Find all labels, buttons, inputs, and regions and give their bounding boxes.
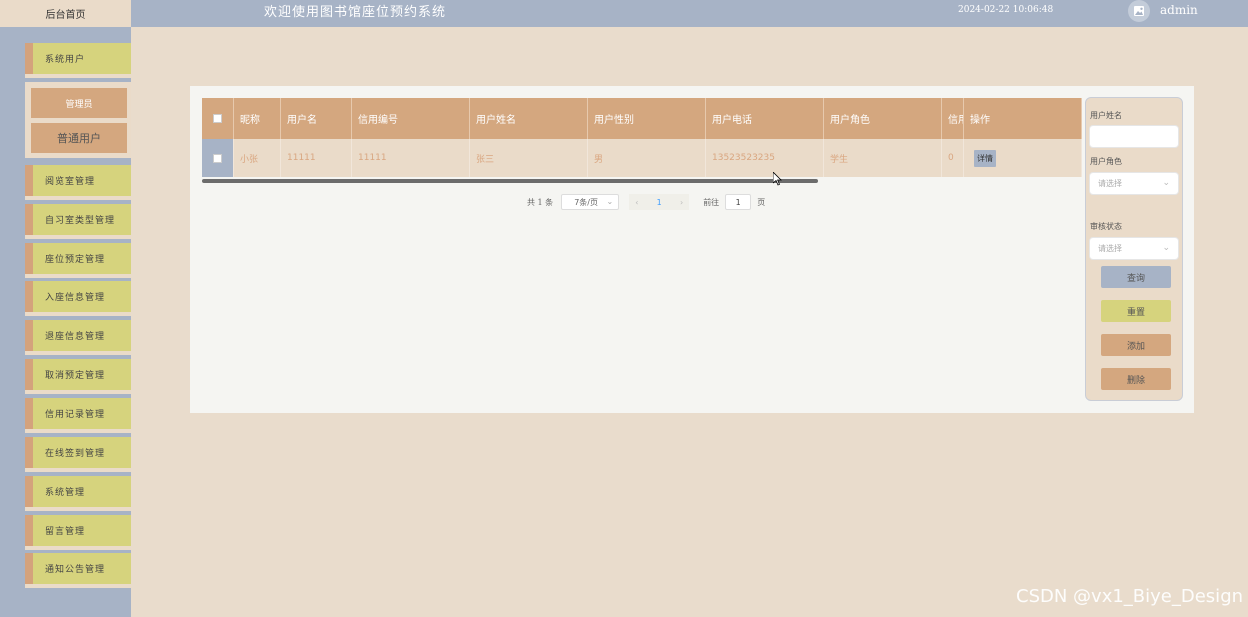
sidebar-subitem-admin[interactable]: 管理员 xyxy=(31,88,127,118)
table-header: 昵称 用户名 信用编号 用户姓名 用户性别 用户电话 用户角色 信用 操作 xyxy=(202,98,1082,139)
mouse-cursor-icon xyxy=(773,172,782,186)
add-button[interactable]: 添加 xyxy=(1101,334,1171,356)
image-icon xyxy=(1134,6,1144,16)
sidebar-item-study-room-type[interactable]: 自习室类型管理 xyxy=(25,204,131,239)
sidebar-submenu: 管理员 普通用户 xyxy=(25,82,131,158)
sidebar-item-credit-records[interactable]: 信用记录管理 xyxy=(25,398,131,433)
sidebar-item-label: 系统管理 xyxy=(45,488,86,498)
current-page[interactable]: 1 xyxy=(657,198,662,207)
sidebar-item-system-users[interactable]: 系统用户 xyxy=(25,43,131,78)
role-select-placeholder: 请选择 xyxy=(1098,179,1122,188)
table-cell: 13523523235 xyxy=(706,139,824,177)
chevron-down-icon: ⌄ xyxy=(1162,243,1170,253)
row-checkbox[interactable] xyxy=(213,153,222,163)
sidebar-subitem-normal-user[interactable]: 普通用户 xyxy=(31,123,127,153)
sidebar-item-label: 自习室类型管理 xyxy=(45,216,116,226)
column-header[interactable]: 用户角色 xyxy=(824,98,942,139)
avatar[interactable] xyxy=(1128,0,1150,22)
sidebar-item-leave-seat-info[interactable]: 退座信息管理 xyxy=(25,320,131,355)
sidebar-item-label: 留言管理 xyxy=(45,527,86,537)
home-tab[interactable]: 后台首页 xyxy=(0,0,131,27)
column-header[interactable]: 用户姓名 xyxy=(470,98,588,139)
sidebar-item-notices[interactable]: 通知公告管理 xyxy=(25,553,131,588)
query-button[interactable]: 查询 xyxy=(1101,266,1171,288)
delete-button[interactable]: 删除 xyxy=(1101,368,1171,390)
column-header[interactable]: 信用编号 xyxy=(352,98,470,139)
sidebar-item-label: 系统用户 xyxy=(45,55,86,65)
table-cell: 张三 xyxy=(470,139,588,177)
page-size-value: 7条/页 xyxy=(574,197,598,207)
sidebar-item-label: 退座信息管理 xyxy=(45,332,106,342)
chevron-right-icon[interactable]: › xyxy=(680,198,683,207)
sidebar-item-label: 座位预定管理 xyxy=(45,255,106,265)
total-count: 共 1 条 xyxy=(527,197,554,207)
chevron-left-icon[interactable]: ‹ xyxy=(635,198,638,207)
column-header[interactable]: 信用 xyxy=(942,98,964,139)
page-size-select[interactable]: 7条/页 ⌄ xyxy=(561,194,620,210)
table-cell: 0 xyxy=(942,139,964,177)
column-header: 操作 xyxy=(964,98,1082,139)
select-all-cell xyxy=(202,98,234,139)
row-select-cell xyxy=(202,139,234,177)
table-row[interactable]: 小张 11111 11111 张三 男 13523523235 学生 0 详情 xyxy=(202,139,1082,177)
audit-select-placeholder: 请选择 xyxy=(1098,244,1122,253)
select-all-checkbox[interactable] xyxy=(213,114,222,123)
table-cell: 11111 xyxy=(352,139,470,177)
name-label: 用户姓名 xyxy=(1090,111,1122,120)
sidebar-item-seat-booking[interactable]: 座位预定管理 xyxy=(25,243,131,278)
goto-page-input[interactable]: 1 xyxy=(725,194,752,210)
sidebar-item-label: 取消预定管理 xyxy=(45,371,106,381)
column-header[interactable]: 昵称 xyxy=(234,98,281,139)
table-cell: 小张 xyxy=(234,139,281,177)
column-header[interactable]: 用户名 xyxy=(281,98,352,139)
goto-suffix: 页 xyxy=(757,197,766,207)
chevron-down-icon: ⌄ xyxy=(1162,178,1170,188)
table-horizontal-scrollbar[interactable] xyxy=(202,179,818,183)
audit-select[interactable]: 请选择 ⌄ xyxy=(1089,237,1179,260)
chevron-down-icon: ⌄ xyxy=(606,197,614,206)
detail-button[interactable]: 详情 xyxy=(974,149,996,167)
action-cell: 详情 xyxy=(964,139,1082,177)
sidebar-item-messages[interactable]: 留言管理 xyxy=(25,515,131,550)
sidebar-item-reading-room[interactable]: 阅览室管理 xyxy=(25,165,131,200)
sidebar-item-label: 信用记录管理 xyxy=(45,410,106,420)
sidebar-item-system-management[interactable]: 系统管理 xyxy=(25,476,131,511)
sidebar-item-label: 阅览室管理 xyxy=(45,177,96,187)
search-panel: 用户姓名 用户角色 请选择 ⌄ 审核状态 请选择 ⌄ 查询 重置 添加 删除 xyxy=(1085,97,1183,401)
column-header[interactable]: 用户电话 xyxy=(706,98,824,139)
role-select[interactable]: 请选择 ⌄ xyxy=(1089,172,1179,195)
role-label: 用户角色 xyxy=(1090,157,1122,166)
sidebar-item-label: 入座信息管理 xyxy=(45,293,106,303)
table-cell: 学生 xyxy=(824,139,942,177)
name-search-input[interactable] xyxy=(1089,125,1179,148)
pagination: 共 1 条 7条/页 ⌄ ‹ 1 › 前往 1 页 xyxy=(527,194,765,210)
username[interactable]: admin xyxy=(1160,3,1198,17)
audit-label: 审核状态 xyxy=(1090,222,1122,231)
sidebar-item-label: 通知公告管理 xyxy=(45,565,106,575)
sidebar-item-online-checkin[interactable]: 在线签到管理 xyxy=(25,437,131,472)
datetime: 2024-02-22 10:06:48 xyxy=(958,5,1054,15)
sidebar-item-label: 在线签到管理 xyxy=(45,449,106,459)
sidebar-item-seating-info[interactable]: 入座信息管理 xyxy=(25,281,131,316)
goto-prefix: 前往 xyxy=(703,197,720,207)
table-cell: 男 xyxy=(588,139,706,177)
system-title: 欢迎使用图书馆座位预约系统 xyxy=(264,5,447,20)
page-navigator: ‹ 1 › xyxy=(629,194,690,210)
reset-button[interactable]: 重置 xyxy=(1101,300,1171,322)
sidebar-item-cancel-booking[interactable]: 取消预定管理 xyxy=(25,359,131,394)
watermark: CSDN @vx1_Biye_Design xyxy=(1016,586,1244,607)
table-cell: 11111 xyxy=(281,139,352,177)
column-header[interactable]: 用户性别 xyxy=(588,98,706,139)
